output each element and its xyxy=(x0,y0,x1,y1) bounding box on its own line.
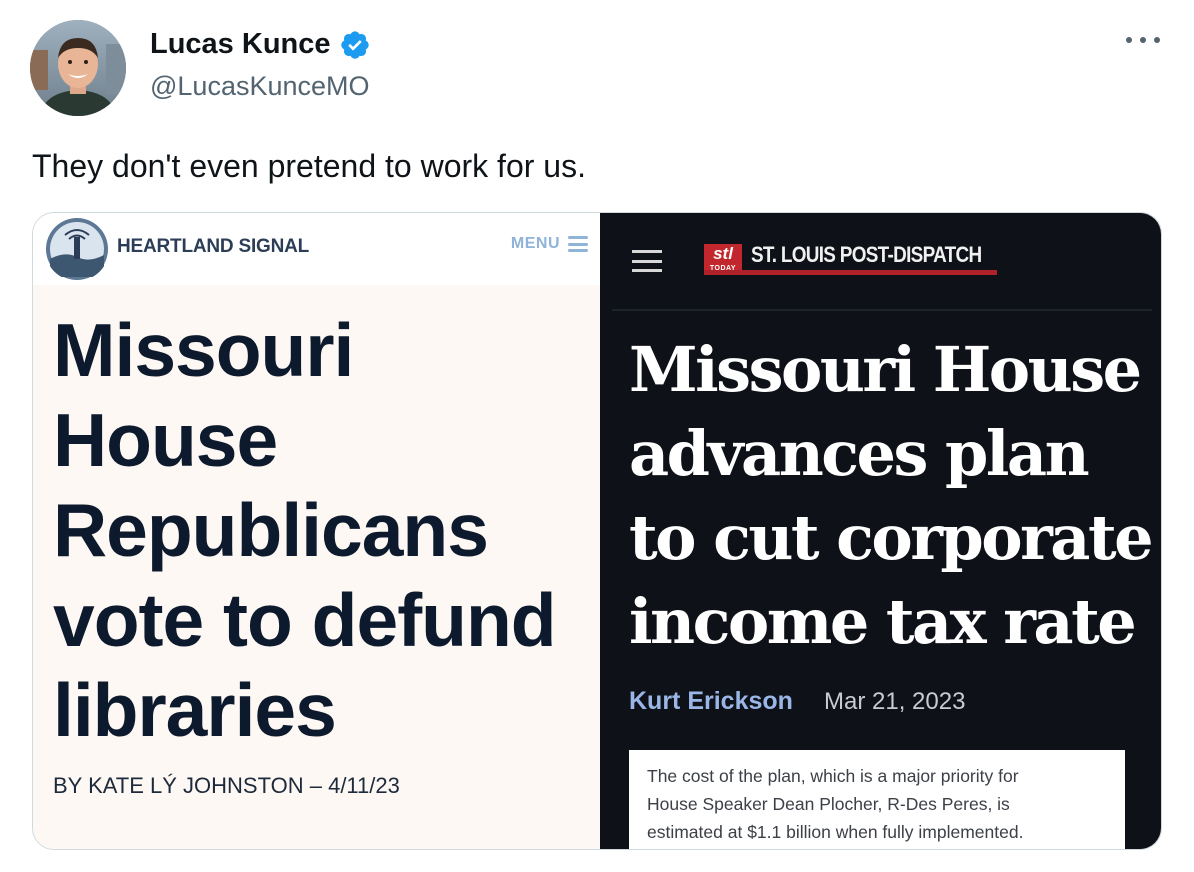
author-name[interactable]: Lucas Kunce xyxy=(150,28,371,61)
heartland-signal-screenshot: HEARTLAND SIGNAL MENU Missouri House Rep… xyxy=(33,213,600,849)
article-author: Kurt Erickson xyxy=(629,687,793,715)
heartland-menu-button: MENU xyxy=(511,235,588,253)
more-options-icon[interactable] xyxy=(1126,30,1160,50)
excerpt-line: The cost of the plan, which is a major p… xyxy=(647,766,1019,786)
author-avatar[interactable] xyxy=(30,20,126,116)
headline-line: to cut corporate xyxy=(629,501,1154,574)
author-name-text[interactable]: Lucas Kunce xyxy=(150,28,331,61)
headline-line: vote to defund xyxy=(53,578,557,662)
article-date: Mar 21, 2023 xyxy=(824,688,966,715)
hamburger-icon xyxy=(568,236,588,252)
verified-badge-icon[interactable] xyxy=(339,29,371,61)
logo-mark: stl xyxy=(713,244,733,263)
author-handle[interactable]: @LucasKunceMO xyxy=(150,71,370,102)
brand-underline xyxy=(704,270,997,275)
heartland-signal-logo-icon xyxy=(45,217,109,281)
headline-line: income tax rate xyxy=(629,585,1137,658)
tweet-media[interactable]: HEARTLAND SIGNAL MENU Missouri House Rep… xyxy=(32,212,1162,850)
excerpt-line: estimated at $1.1 billion when fully imp… xyxy=(647,822,1024,842)
heartland-brand: HEARTLAND SIGNAL xyxy=(117,236,310,257)
headline-line: Republicans xyxy=(53,488,489,572)
heartland-header: HEARTLAND SIGNAL MENU xyxy=(33,213,600,285)
post-dispatch-headline: Missouri House advances plan to cut corp… xyxy=(629,328,1154,664)
excerpt-line: House Speaker Dean Plocher, R-Des Peres,… xyxy=(647,794,1010,814)
heartland-byline: BY KATE LÝ JOHNSTON – 4/11/23 xyxy=(53,773,400,798)
headline-line: Missouri House xyxy=(629,333,1142,406)
post-dispatch-brand: ST. LOUIS POST-DISPATCH xyxy=(751,242,982,267)
article-excerpt: The cost of the plan, which is a major p… xyxy=(629,750,1125,849)
tweet: Lucas Kunce @LucasKunceMO They don't eve… xyxy=(0,0,1194,872)
hamburger-icon xyxy=(632,250,662,272)
heartland-menu-label: MENU xyxy=(510,235,560,252)
tweet-text: They don't even pretend to work for us. xyxy=(32,148,586,184)
headline-line: advances plan xyxy=(629,417,1090,490)
header-divider xyxy=(612,309,1152,311)
headline-line: House xyxy=(53,398,278,482)
heartland-headline: Missouri House Republicans vote to defun… xyxy=(53,305,593,755)
headline-line: libraries xyxy=(53,668,337,752)
post-dispatch-screenshot: stl TODAY ST. LOUIS POST-DISPATCH Missou… xyxy=(600,213,1161,849)
headline-line: Missouri xyxy=(53,308,354,392)
